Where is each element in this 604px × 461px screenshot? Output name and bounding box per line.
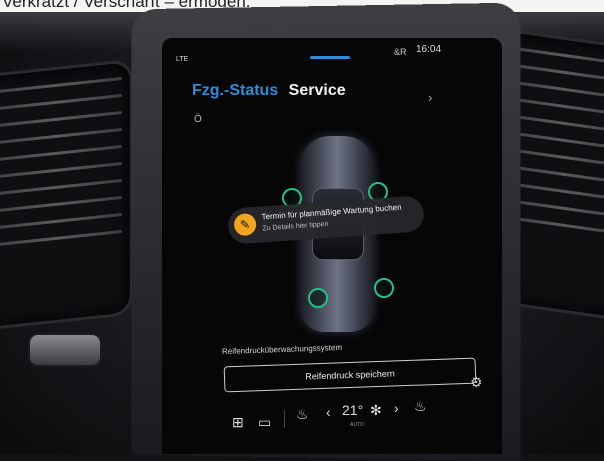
climate-bar: ⊞ ▭ ♨ ‹ 21° AUTO ✻ › ♨ — [162, 396, 502, 454]
status-bar: LTE &R 16:04 — [162, 38, 502, 68]
passenger-seat-heat-icon[interactable]: ♨ — [414, 398, 427, 415]
settings-gear-icon[interactable]: ⚙ — [470, 374, 483, 391]
tpms-label: Reifendrucküberwachungssystem — [221, 342, 343, 357]
tab-vehicle-status[interactable]: Fzg.-Status — [192, 82, 278, 100]
temp-up-chevron-icon[interactable]: › — [394, 400, 399, 416]
vent-control-knob — [30, 335, 100, 365]
chevron-right-icon[interactable]: › — [428, 90, 432, 105]
save-tire-pressure-button[interactable]: Reifendruck speichern — [223, 357, 477, 393]
pull-down-handle[interactable] — [310, 56, 350, 59]
notification-subtitle: Zu Details hier tippen — [262, 220, 329, 233]
status-label: &R — [394, 47, 407, 57]
climate-divider — [284, 410, 285, 428]
clock-time: 16:04 — [416, 44, 442, 55]
wrench-icon: ✎ — [233, 212, 257, 237]
service-notification[interactable]: ✎ Termin für planmäßige Wartung buchen Z… — [226, 195, 426, 245]
left-air-vent — [0, 62, 130, 328]
climate-mode: AUTO — [350, 422, 364, 428]
driver-seat-heat-icon[interactable]: ♨ — [296, 406, 309, 423]
rear-right-tire-indicator — [374, 278, 394, 298]
infotainment-screen: LTE &R 16:04 Fzg.-Status Service › Ö ✎ T… — [162, 38, 502, 454]
camera-icon[interactable]: ▭ — [258, 414, 271, 431]
apps-grid-icon[interactable]: ⊞ — [232, 414, 244, 431]
network-indicator: LTE — [176, 56, 189, 63]
tab-bar: Fzg.-Status Service — [192, 82, 352, 100]
temperature-display[interactable]: 21° — [342, 402, 363, 418]
notification-title: Termin für planmäßige Wartung buchen — [261, 202, 402, 222]
tab-service[interactable]: Service — [289, 82, 346, 100]
tire-pressure-icon: Ö — [194, 114, 202, 125]
rear-left-tire-indicator — [308, 288, 328, 308]
temp-down-chevron-icon[interactable]: ‹ — [326, 404, 331, 420]
fan-icon[interactable]: ✻ — [370, 402, 382, 419]
